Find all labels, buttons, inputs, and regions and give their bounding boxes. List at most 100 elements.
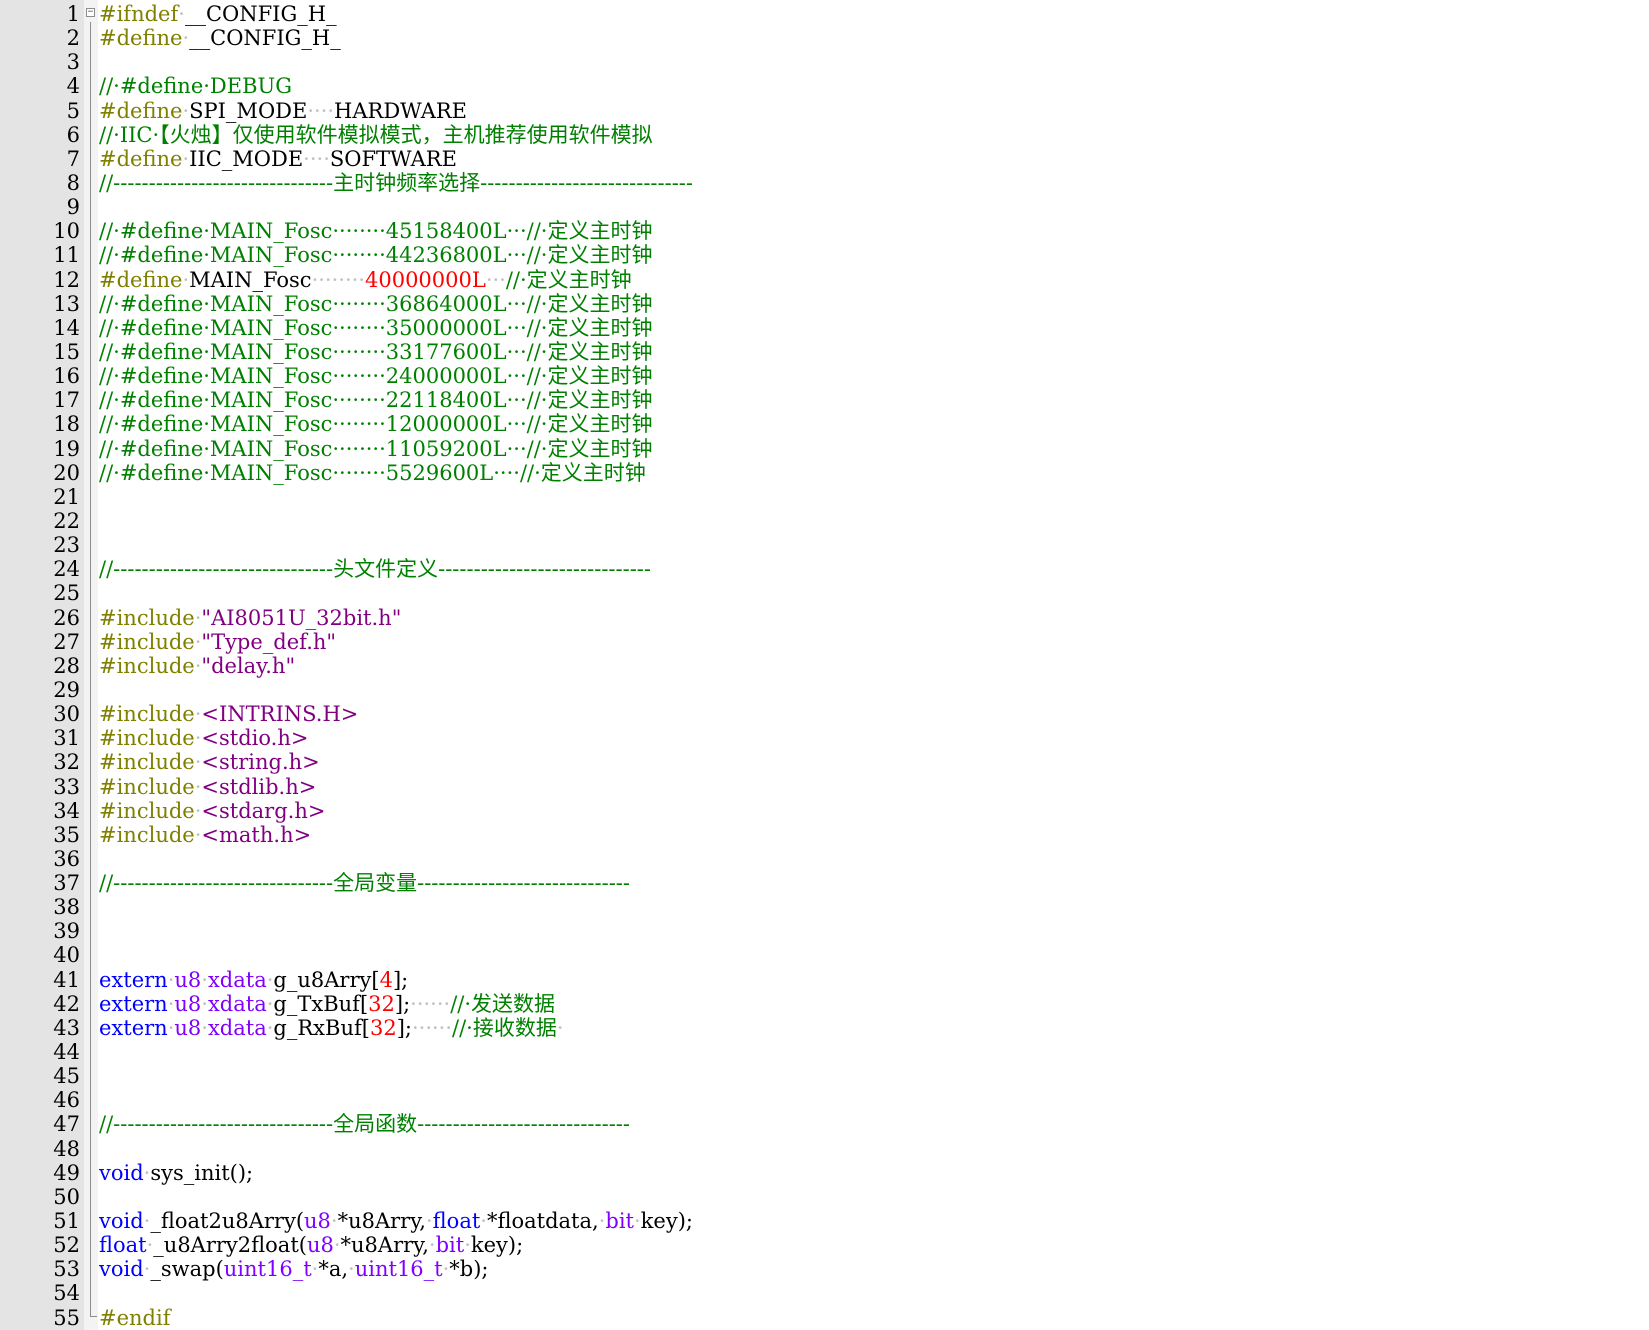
code-lines[interactable]: 1 #ifndef·__CONFIG_H_ 2 #define·__CONFIG_H_… <box>0 2 1649 1330</box>
code-line[interactable]: 19 //·#define·MAIN_Fosc········11059200L·… <box>0 437 1649 461</box>
code-line[interactable]: 53 void·_swap(uint16_t·*a,·uint16_t·*b); <box>0 1257 1649 1281</box>
code-line[interactable]: 14 //·#define·MAIN_Fosc········35000000L·… <box>0 316 1649 340</box>
code-line[interactable]: 52 float·_u8Arry2float(u8·*u8Arry,·bit·ke… <box>0 1233 1649 1257</box>
code-text[interactable]: #define·__CONFIG_H_ <box>99 26 341 50</box>
code-line[interactable]: 33 #include·<stdlib.h> <box>0 775 1649 799</box>
code-text[interactable]: //-------------------------------主时钟频率选择… <box>99 171 693 195</box>
code-text[interactable]: //·#define·MAIN_Fosc········36864000L···… <box>99 292 652 316</box>
code-text[interactable]: #define·MAIN_Fosc········40000000L···//·… <box>99 268 632 292</box>
code-text[interactable]: //·#define·MAIN_Fosc········22118400L···… <box>99 388 652 412</box>
code-line[interactable]: 36 <box>0 847 1649 871</box>
code-line[interactable]: 50 <box>0 1185 1649 1209</box>
code-line[interactable]: 31 #include·<stdio.h> <box>0 726 1649 750</box>
code-editor[interactable]: − 1 #ifndef·__CONFIG_H_ 2 #define·__CONFIG_… <box>0 0 1649 1330</box>
code-line[interactable]: 3 <box>0 50 1649 74</box>
code-line[interactable]: 37 //-------------------------------全局变量-… <box>0 871 1649 895</box>
code-text[interactable]: //·#define·DEBUG <box>99 74 292 98</box>
code-line[interactable]: 54 <box>0 1281 1649 1305</box>
code-line[interactable]: 41 extern·u8·xdata·g_u8Arry[4]; <box>0 968 1649 992</box>
code-token-plain: *floatdata, <box>486 1209 599 1234</box>
code-text[interactable]: //·#define·MAIN_Fosc········12000000L···… <box>99 412 652 436</box>
code-line[interactable]: 35 #include·<math.h> <box>0 823 1649 847</box>
code-text[interactable]: //·#define·MAIN_Fosc········5529600L····… <box>99 461 646 485</box>
code-text[interactable]: #include·<stdio.h> <box>99 726 308 750</box>
code-text[interactable]: void·sys_init(); <box>99 1161 253 1185</box>
code-line[interactable]: 43 extern·u8·xdata·g_RxBuf[32];······//·接… <box>0 1016 1649 1040</box>
code-text[interactable]: #endif <box>99 1306 170 1330</box>
line-number: 26 <box>53 605 80 630</box>
code-line[interactable]: 34 #include·<stdarg.h> <box>0 799 1649 823</box>
code-text[interactable]: //·IIC·【火烛】仅使用软件模拟模式，主机推荐使用软件模拟 <box>99 123 653 147</box>
code-text[interactable]: //-------------------------------全局变量---… <box>99 871 630 895</box>
code-line[interactable]: 42 extern·u8·xdata·g_TxBuf[32];······//·发… <box>0 992 1649 1016</box>
code-line[interactable]: 26 #include·"AI8051U_32bit.h" <box>0 606 1649 630</box>
code-line[interactable]: 11 //·#define·MAIN_Fosc········44236800L·… <box>0 243 1649 267</box>
code-text[interactable]: #define·IIC_MODE····SOFTWARE <box>99 147 457 171</box>
code-line[interactable]: 5 #define·SPI_MODE····HARDWARE <box>0 99 1649 123</box>
code-line[interactable]: 49 void·sys_init(); <box>0 1161 1649 1185</box>
code-line[interactable]: 16 //·#define·MAIN_Fosc········24000000L·… <box>0 364 1649 388</box>
code-line[interactable]: 9 <box>0 195 1649 219</box>
code-text[interactable]: extern·u8·xdata·g_RxBuf[32];······//·接收数… <box>99 1016 564 1040</box>
code-text[interactable]: extern·u8·xdata·g_u8Arry[4]; <box>99 968 408 992</box>
code-text[interactable]: //·#define·MAIN_Fosc········24000000L···… <box>99 364 652 388</box>
code-line[interactable]: 44 <box>0 1040 1649 1064</box>
code-line[interactable]: 30 #include·<INTRINS.H> <box>0 702 1649 726</box>
code-line[interactable]: 32 #include·<string.h> <box>0 750 1649 774</box>
code-line[interactable]: 13 //·#define·MAIN_Fosc········36864000L·… <box>0 292 1649 316</box>
code-line[interactable]: 48 <box>0 1137 1649 1161</box>
code-line[interactable]: 7 #define·IIC_MODE····SOFTWARE <box>0 147 1649 171</box>
code-line[interactable]: 6 //·IIC·【火烛】仅使用软件模拟模式，主机推荐使用软件模拟 <box>0 123 1649 147</box>
code-line[interactable]: 10 //·#define·MAIN_Fosc········45158400L·… <box>0 219 1649 243</box>
code-line[interactable]: 4 //·#define·DEBUG <box>0 74 1649 98</box>
code-line[interactable]: 21 <box>0 485 1649 509</box>
code-text[interactable]: void·_float2u8Arry(u8·*u8Arry,·float·*fl… <box>99 1209 693 1233</box>
code-line[interactable]: 55 #endif <box>0 1306 1649 1330</box>
code-line[interactable]: 47 //-------------------------------全局函数-… <box>0 1112 1649 1136</box>
code-text[interactable]: #include·"AI8051U_32bit.h" <box>99 606 401 630</box>
code-line[interactable]: 15 //·#define·MAIN_Fosc········33177600L·… <box>0 340 1649 364</box>
code-line[interactable]: 39 <box>0 919 1649 943</box>
code-text[interactable]: #include·<INTRINS.H> <box>99 702 358 726</box>
code-line[interactable]: 46 <box>0 1088 1649 1112</box>
code-line[interactable]: 25 <box>0 581 1649 605</box>
code-text[interactable]: void·_swap(uint16_t·*a,·uint16_t·*b); <box>99 1257 489 1281</box>
code-token-ws: · <box>178 2 185 26</box>
code-text[interactable]: #ifndef·__CONFIG_H_ <box>99 2 337 26</box>
code-line[interactable]: 17 //·#define·MAIN_Fosc········22118400L·… <box>0 388 1649 412</box>
code-line[interactable]: 23 <box>0 533 1649 557</box>
code-line[interactable]: 29 <box>0 678 1649 702</box>
code-text[interactable]: #include·"delay.h" <box>99 654 295 678</box>
line-number: 13 <box>53 291 80 316</box>
code-text[interactable]: //·#define·MAIN_Fosc········35000000L···… <box>99 316 652 340</box>
line-number: 41 <box>53 967 80 992</box>
code-line[interactable]: 2 #define·__CONFIG_H_ <box>0 26 1649 50</box>
code-text[interactable]: //-------------------------------头文件定义--… <box>99 557 651 581</box>
code-text[interactable]: //·#define·MAIN_Fosc········33177600L···… <box>99 340 652 364</box>
code-line[interactable]: 22 <box>0 509 1649 533</box>
code-text[interactable]: extern·u8·xdata·g_TxBuf[32];······//·发送数… <box>99 992 555 1016</box>
code-line[interactable]: 38 <box>0 895 1649 919</box>
code-text[interactable]: #include·"Type_def.h" <box>99 630 336 654</box>
code-line[interactable]: 12 #define·MAIN_Fosc········40000000L···/… <box>0 268 1649 292</box>
code-text[interactable]: float·_u8Arry2float(u8·*u8Arry,·bit·key)… <box>99 1233 523 1257</box>
code-line[interactable]: 20 //·#define·MAIN_Fosc········5529600L··… <box>0 461 1649 485</box>
code-text[interactable]: //·#define·MAIN_Fosc········11059200L···… <box>99 437 652 461</box>
code-line[interactable]: 27 #include·"Type_def.h" <box>0 630 1649 654</box>
code-line[interactable]: 40 <box>0 943 1649 967</box>
code-text[interactable]: #define·SPI_MODE····HARDWARE <box>99 99 467 123</box>
code-text[interactable]: #include·<string.h> <box>99 750 320 774</box>
code-line[interactable]: 18 //·#define·MAIN_Fosc········12000000L·… <box>0 412 1649 436</box>
code-text[interactable]: #include·<math.h> <box>99 823 311 847</box>
code-line[interactable]: 8 //-------------------------------主时钟频率选… <box>0 171 1649 195</box>
code-line[interactable]: 51 void·_float2u8Arry(u8·*u8Arry,·float·*… <box>0 1209 1649 1233</box>
code-text[interactable]: #include·<stdarg.h> <box>99 799 325 823</box>
code-text[interactable]: #include·<stdlib.h> <box>99 775 316 799</box>
code-line[interactable]: 45 <box>0 1064 1649 1088</box>
code-line[interactable]: 1 #ifndef·__CONFIG_H_ <box>0 2 1649 26</box>
code-text[interactable]: //-------------------------------全局函数---… <box>99 1112 630 1136</box>
code-line[interactable]: 28 #include·"delay.h" <box>0 654 1649 678</box>
code-text[interactable]: //·#define·MAIN_Fosc········44236800L···… <box>99 243 652 267</box>
code-text[interactable]: //·#define·MAIN_Fosc········45158400L···… <box>99 219 652 243</box>
code-line[interactable]: 24 //-------------------------------头文件定义… <box>0 557 1649 581</box>
